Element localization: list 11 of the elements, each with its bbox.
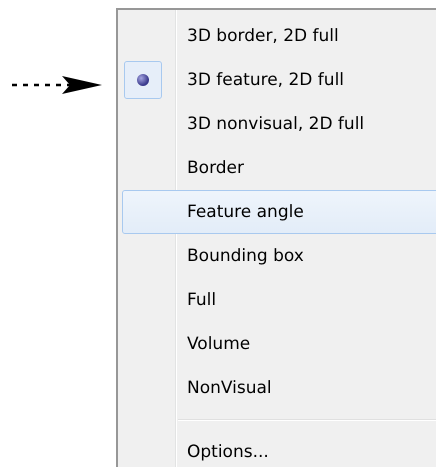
menu-item[interactable]: Volume [122, 322, 436, 366]
menu-item[interactable]: 3D nonvisual, 2D full [122, 102, 436, 146]
menu-item[interactable]: 3D feature, 2D full [122, 58, 436, 102]
menu-item[interactable]: Feature angle [122, 190, 436, 234]
menu-item[interactable]: Options... [122, 430, 436, 467]
menu-item[interactable]: Border [122, 146, 436, 190]
menu-item[interactable]: Full [122, 278, 436, 322]
radio-dot-icon [137, 74, 149, 86]
menu-item[interactable]: Bounding box [122, 234, 436, 278]
menu-item[interactable]: NonVisual [122, 366, 436, 410]
menu-item[interactable]: 3D border, 2D full [122, 14, 436, 58]
